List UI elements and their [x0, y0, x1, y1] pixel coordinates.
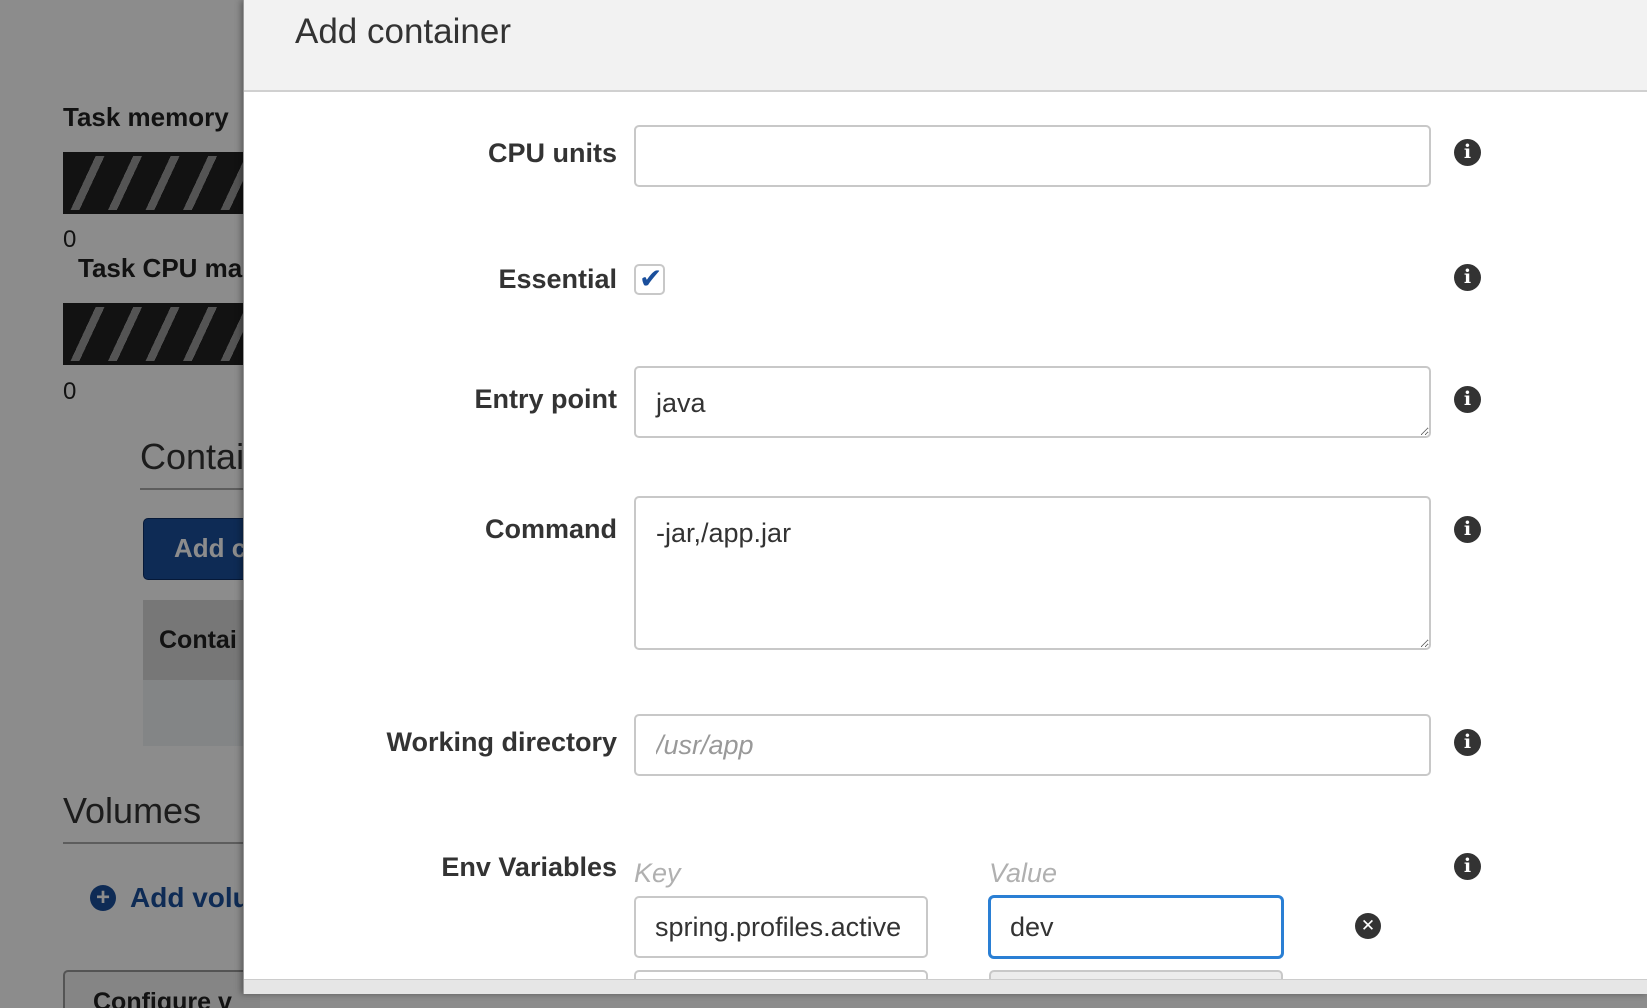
info-icon[interactable]: i [1454, 139, 1481, 166]
essential-label: Essential [498, 264, 617, 294]
env-value-header: Value [989, 858, 1058, 888]
remove-icon[interactable]: ✕ [1355, 913, 1381, 939]
info-icon[interactable]: i [1454, 729, 1481, 756]
env-value-input[interactable] [989, 896, 1283, 958]
modal-header: Add container [244, 0, 1647, 92]
env-key-header: Key [634, 858, 681, 888]
info-icon[interactable]: i [1454, 853, 1481, 880]
cpu-units-label: CPU units [487, 138, 617, 168]
working-directory-input[interactable] [634, 714, 1431, 776]
cpu-units-input[interactable] [634, 125, 1431, 187]
env-key-input[interactable] [634, 896, 928, 958]
modal-backdrop[interactable] [0, 0, 260, 1008]
entry-point-input[interactable]: java [634, 366, 1431, 438]
add-container-modal: Add container CPU units i Essential ✔ i … [243, 0, 1647, 994]
working-directory-label: Working directory [386, 727, 617, 757]
modal-title: Add container [295, 12, 511, 51]
command-input[interactable]: -jar,/app.jar [634, 496, 1431, 650]
modal-bottom-edge [244, 979, 1647, 994]
info-icon[interactable]: i [1454, 264, 1481, 291]
env-variables-label: Env Variables [441, 852, 617, 882]
info-icon[interactable]: i [1454, 516, 1481, 543]
essential-checkbox[interactable]: ✔ [634, 262, 665, 295]
info-icon[interactable]: i [1454, 386, 1481, 413]
command-label: Command [484, 514, 617, 544]
checkmark-icon: ✔ [639, 262, 663, 295]
entry-point-label: Entry point [474, 384, 618, 414]
